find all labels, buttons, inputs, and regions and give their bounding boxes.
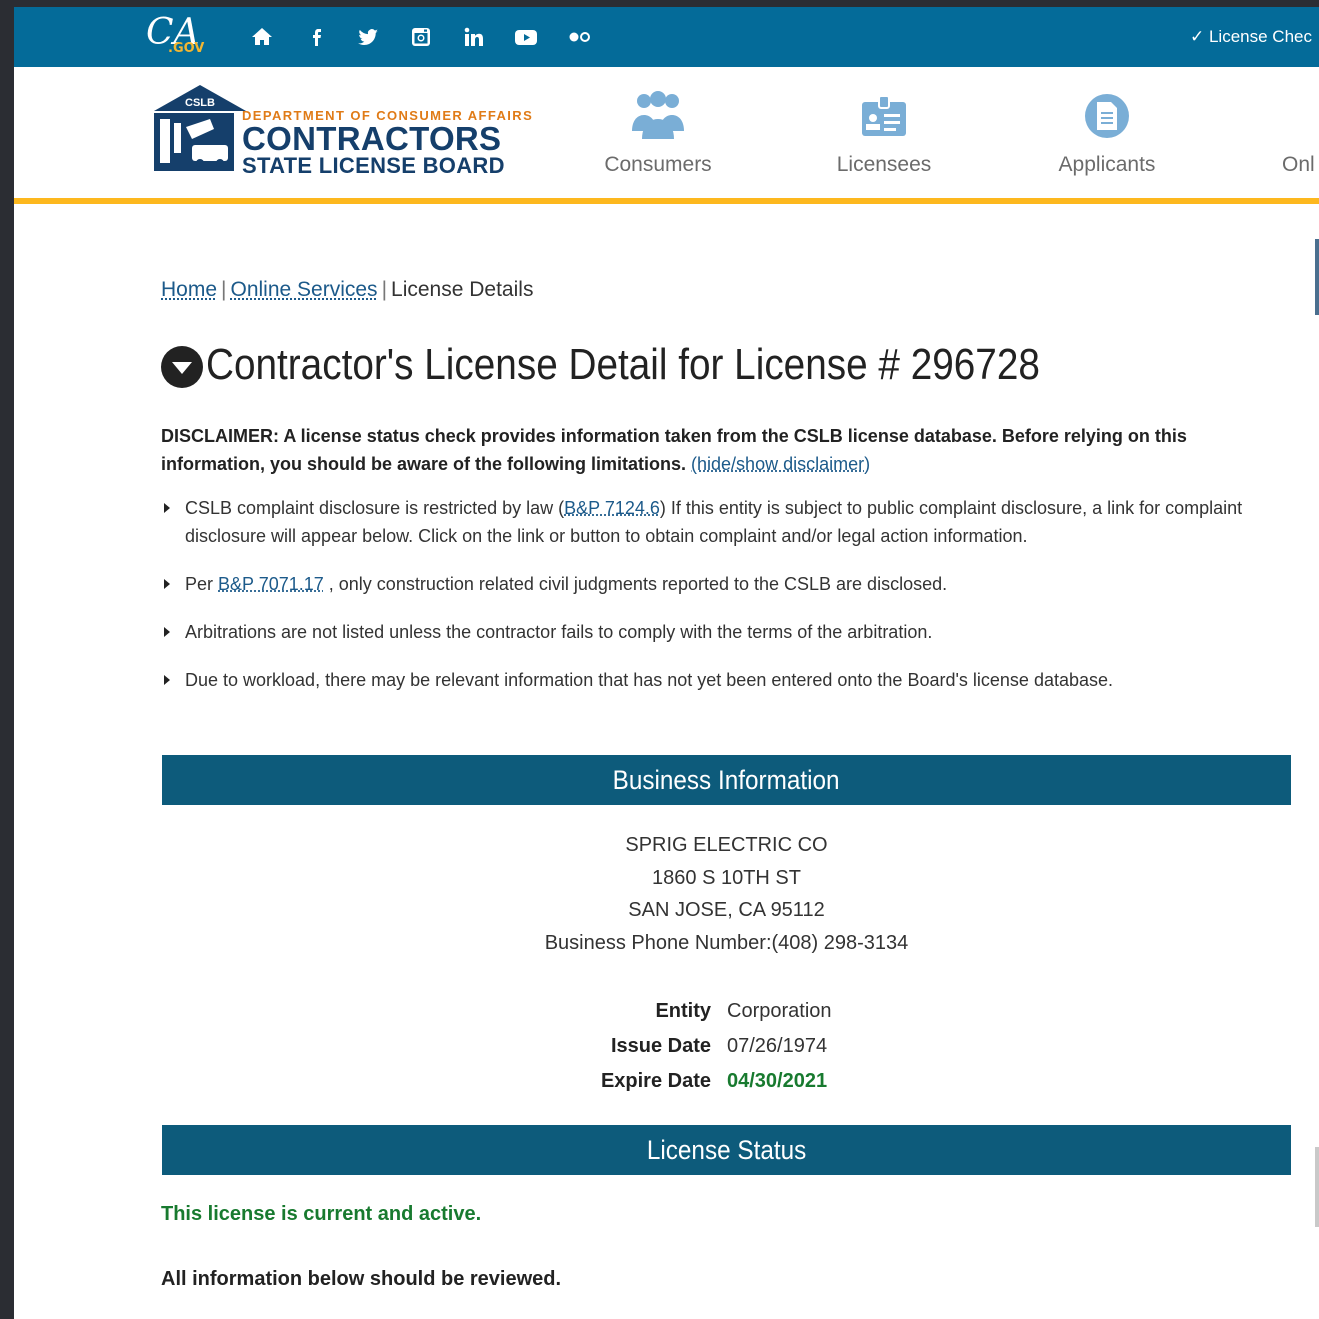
entity-label: Entity — [655, 1000, 711, 1022]
license-status-message: This license is current and active. — [161, 1203, 482, 1225]
bullet-text: CSLB complaint disclosure is restricted … — [185, 498, 565, 518]
expire-date-row: Expire Date 04/30/2021 — [162, 1070, 1291, 1104]
people-icon — [593, 87, 723, 145]
collapse-toggle-icon[interactable] — [161, 346, 203, 388]
ca-gov-logo-gov: .GOV — [168, 41, 205, 56]
scrollbar-track[interactable] — [1315, 1147, 1319, 1227]
breadcrumb-home[interactable]: Home — [161, 278, 217, 301]
issue-date-label: Issue Date — [610, 1035, 711, 1057]
hide-show-disclaimer-link[interactable]: (hide/show disclaimer) — [691, 454, 870, 474]
bullet-arrow-icon — [164, 503, 170, 513]
scrollbar-thumb[interactable] — [1315, 239, 1319, 315]
nav-applicants[interactable]: Applicants — [1042, 87, 1172, 177]
section-title: Business Information — [613, 765, 840, 795]
business-information-header: Business Information — [162, 755, 1291, 805]
license-check-link[interactable]: ✓ License Chec — [1190, 27, 1312, 47]
breadcrumb-online-services[interactable]: Online Services — [231, 278, 378, 301]
business-phone: Business Phone Number:(408) 298-3134 — [544, 932, 909, 954]
facebook-icon[interactable] — [304, 25, 330, 51]
expire-date-value: 04/30/2021 — [727, 1070, 828, 1092]
instagram-icon[interactable] — [409, 25, 435, 51]
business-name: SPRIG ELECTRIC CO — [625, 834, 828, 856]
nav-applicants-label: Applicants — [1058, 153, 1156, 176]
nav-licensees[interactable]: Licensees — [819, 87, 949, 177]
breadcrumb-separator: | — [221, 278, 227, 301]
twitter-icon[interactable] — [356, 25, 382, 51]
youtube-icon[interactable] — [514, 25, 540, 51]
cslb-logo-badge: CSLB — [185, 97, 215, 109]
bullet-text: , only construction related civil judgme… — [323, 574, 948, 594]
cslb-logo[interactable]: CSLB — [152, 83, 248, 175]
disclaimer-text: DISCLAIMER: A license status check provi… — [161, 426, 1187, 474]
top-bar: CA .GOV ✓ License Chec — [14, 7, 1319, 67]
nav-licensees-label: Licensees — [836, 153, 932, 176]
bp-7124-6-link[interactable]: B&P 7124.6 — [564, 498, 660, 518]
nav-consumers-label: Consumers — [604, 153, 712, 176]
breadcrumb: Home | Online Services | License Details — [161, 278, 533, 302]
nav-online-icon — [1282, 87, 1319, 145]
bullet-text: Arbitrations are not listed unless the c… — [185, 622, 933, 642]
bullet-text: Due to workload, there may be relevant i… — [185, 670, 1114, 690]
disclaimer: DISCLAIMER: A license status check provi… — [161, 422, 1261, 478]
linkedin-icon[interactable] — [462, 25, 488, 51]
entity-value: Corporation — [727, 1000, 832, 1022]
business-city: SAN JOSE, CA 95112 — [628, 899, 825, 921]
disclaimer-item-1: CSLB complaint disclosure is restricted … — [161, 494, 1251, 550]
breadcrumb-current: License Details — [391, 278, 534, 301]
contractors-title: CONTRACTORS — [242, 120, 502, 157]
flickr-icon[interactable] — [567, 25, 593, 51]
bullet-arrow-icon — [164, 627, 170, 637]
review-notice: All information below should be reviewed… — [161, 1268, 562, 1290]
board-title: STATE LICENSE BOARD — [242, 153, 505, 178]
nav-online-label: Onl — [1282, 153, 1315, 176]
nav-online[interactable]: Onl — [1282, 87, 1319, 177]
disclaimer-item-4: Due to workload, there may be relevant i… — [161, 666, 1251, 694]
license-status-header: License Status — [162, 1125, 1291, 1175]
ca-gov-logo[interactable]: CA .GOV — [146, 13, 204, 57]
expire-date-label: Expire Date — [600, 1070, 711, 1092]
document-icon — [1042, 87, 1172, 145]
disclaimer-item-2: Per B&P 7071.17 , only construction rela… — [161, 570, 1251, 598]
bullet-arrow-icon — [164, 675, 170, 685]
entity-row: Entity Corporation — [162, 1000, 1291, 1034]
bp-7071-17-link[interactable]: B&P 7071.17 — [218, 574, 324, 594]
nav-consumers[interactable]: Consumers — [593, 87, 723, 177]
bullet-arrow-icon — [164, 579, 170, 589]
page-title: Contractor's License Detail for License … — [206, 340, 1040, 389]
id-badge-icon — [819, 87, 949, 145]
home-icon[interactable] — [250, 25, 276, 51]
breadcrumb-separator: | — [381, 278, 388, 301]
disclaimer-item-3: Arbitrations are not listed unless the c… — [161, 618, 1251, 646]
business-street: 1860 S 10TH ST — [652, 867, 801, 889]
section-title: License Status — [646, 1135, 807, 1165]
site-header: CSLB DEPARTMENT OF CONSUMER AFFAIRS CONT… — [14, 67, 1319, 204]
issue-date-row: Issue Date 07/26/1974 — [162, 1035, 1291, 1069]
cslb-wordmark[interactable]: DEPARTMENT OF CONSUMER AFFAIRS CONTRACTO… — [242, 108, 533, 177]
page: CA .GOV ✓ License Chec CSLB DEPARTMENT O… — [14, 7, 1319, 1319]
bullet-text: Per — [185, 574, 219, 594]
issue-date-value: 07/26/1974 — [727, 1035, 828, 1057]
